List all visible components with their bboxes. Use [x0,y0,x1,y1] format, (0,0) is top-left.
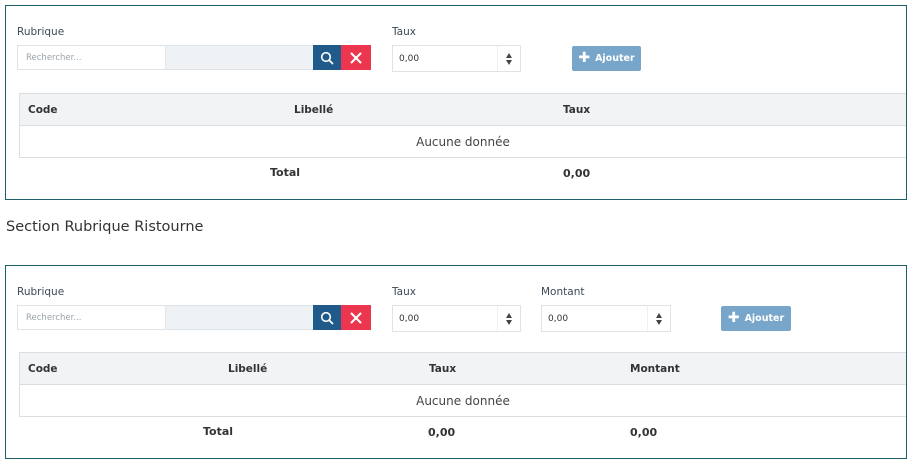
montant-input[interactable]: 0,00 [541,305,671,332]
rubrique-search-input[interactable]: Rechercher... [17,45,166,70]
table-header: Code Libellé Taux [19,93,906,126]
taux-value: 0,00 [399,54,420,64]
taux-input[interactable]: 0,00 [392,45,521,72]
rubrique-panel: Rubrique Rechercher... Taux 0,00 ✚ Ajout… [5,5,907,200]
rubrique-search-button[interactable] [313,305,341,330]
montant-value: 0,00 [548,314,569,324]
ristourne-panel: Rubrique Rechercher... Taux 0,00 Montant… [5,265,907,459]
taux-input[interactable]: 0,00 [392,305,521,332]
rubrique-selected-value [165,45,314,70]
column-header-montant[interactable]: Montant [630,363,680,375]
rubrique-clear-button[interactable] [341,305,371,330]
add-button[interactable]: ✚ Ajouter [572,46,641,71]
plus-icon: ✚ [727,310,740,326]
rubrique-label: Rubrique [17,26,65,38]
taux-label: Taux [392,26,416,38]
total-label: Total [270,166,301,179]
column-header-code[interactable]: Code [28,363,58,375]
add-button-label: Ajouter [744,313,785,324]
total-taux-value: 0,00 [428,426,456,439]
search-icon [320,51,334,64]
montant-label: Montant [541,286,585,298]
total-label: Total [203,425,234,438]
total-montant-value: 0,00 [630,426,658,439]
caret-down-icon[interactable] [656,319,662,325]
montant-stepper[interactable] [647,306,670,331]
rubrique-search-button[interactable] [313,45,341,70]
column-header-libelle[interactable]: Libellé [228,363,267,375]
search-icon [320,311,334,324]
empty-table-message: Aucune donnée [19,385,906,417]
caret-up-icon[interactable] [506,52,512,58]
caret-down-icon[interactable] [506,59,512,65]
column-header-taux[interactable]: Taux [429,363,456,375]
caret-up-icon[interactable] [656,312,662,318]
close-icon [350,51,362,64]
caret-up-icon[interactable] [506,312,512,318]
table-header: Code Libellé Taux Montant [19,352,906,385]
column-header-taux[interactable]: Taux [563,104,590,116]
column-header-code[interactable]: Code [28,104,58,116]
taux-stepper[interactable] [497,306,520,331]
rubrique-label: Rubrique [17,286,65,298]
taux-stepper[interactable] [497,46,520,71]
add-button[interactable]: ✚ Ajouter [721,306,791,331]
taux-value: 0,00 [399,314,420,324]
close-icon [350,311,362,324]
rubrique-search-input[interactable]: Rechercher... [17,305,166,330]
column-header-libelle[interactable]: Libellé [294,104,333,116]
plus-icon: ✚ [578,50,591,66]
total-taux-value: 0,00 [563,167,591,180]
caret-down-icon[interactable] [506,319,512,325]
add-button-label: Ajouter [595,53,635,64]
section-title: Section Rubrique Ristourne [6,219,204,235]
rubrique-selected-value [165,305,314,330]
empty-table-message: Aucune donnée [19,126,906,158]
taux-label: Taux [392,286,416,298]
rubrique-clear-button[interactable] [341,45,371,70]
